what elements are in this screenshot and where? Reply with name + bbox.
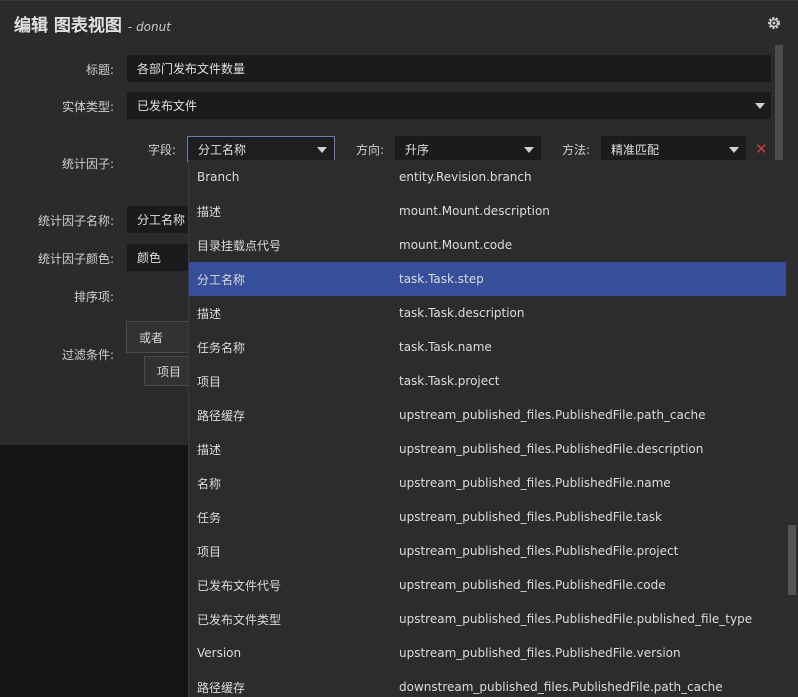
- filter-item-select[interactable]: 项目: [144, 356, 190, 386]
- option-name: Version: [197, 646, 242, 660]
- factor-label: 统计因子:: [61, 157, 114, 171]
- dropdown-option[interactable]: 目录挂载点代号 mount.Mount.code: [189, 228, 786, 262]
- option-path: task.Task.description: [399, 306, 525, 320]
- dropdown-option[interactable]: 任务 upstream_published_files.PublishedFile…: [189, 500, 786, 534]
- option-name: 目录挂载点代号: [197, 238, 282, 253]
- option-name: 已发布文件代号: [197, 578, 282, 593]
- dropdown-option[interactable]: 项目 upstream_published_files.PublishedFile…: [189, 534, 786, 568]
- option-path: entity.Revision.branch: [399, 170, 532, 184]
- dropdown-option[interactable]: 名称 upstream_published_files.PublishedFile…: [189, 466, 786, 500]
- option-path: mount.Mount.description: [399, 204, 550, 218]
- option-path: upstream_published_files.PublishedFile.n…: [399, 476, 671, 490]
- option-path: upstream_published_files.PublishedFile.p…: [399, 408, 706, 422]
- factor-color-select[interactable]: 颜色: [127, 244, 189, 271]
- option-path: upstream_published_files.PublishedFile.p…: [399, 544, 679, 558]
- panel-title: 编辑 图表视图: [14, 16, 122, 36]
- panel-header: 编辑 图表视图 - donut: [14, 11, 171, 36]
- field-select[interactable]: 分工名称: [187, 136, 335, 162]
- dropdown-scrollbar[interactable]: [786, 160, 798, 697]
- option-path: upstream_published_files.PublishedFile.t…: [399, 510, 662, 524]
- option-name: 描述: [197, 442, 222, 457]
- dropdown-option[interactable]: 已发布文件类型 upstream_published_files.Publishe…: [189, 602, 786, 636]
- factor-color-label: 统计因子颜色:: [37, 252, 114, 266]
- dropdown-option[interactable]: Version upstream_published_files.Publishe…: [189, 636, 786, 670]
- method-label: 方法:: [561, 143, 590, 157]
- option-name: 描述: [197, 306, 222, 321]
- remove-factor-icon[interactable]: ✕: [755, 140, 768, 158]
- filter-label: 过滤条件:: [61, 348, 114, 362]
- option-path: upstream_published_files.PublishedFile.p…: [399, 612, 753, 626]
- option-path: downstream_published_files.PublishedFile…: [399, 680, 723, 694]
- filter-logic-select[interactable]: 或者: [126, 321, 190, 353]
- sort-label: 排序项:: [73, 290, 114, 304]
- gear-icon[interactable]: [766, 15, 782, 31]
- chevron-down-icon: [317, 147, 327, 153]
- direction-select[interactable]: 升序: [395, 136, 541, 162]
- dropdown-option[interactable]: 分工名称 task.Task.step: [189, 262, 786, 296]
- entity-type-select[interactable]: 已发布文件: [127, 92, 771, 119]
- option-name: 任务: [197, 510, 222, 525]
- entity-type-label: 实体类型:: [61, 100, 114, 114]
- title-input[interactable]: 各部门发布文件数量: [127, 55, 771, 82]
- method-select[interactable]: 精准匹配: [601, 136, 746, 162]
- dropdown-option[interactable]: 任务名称 task.Task.name: [189, 330, 786, 364]
- factor-name-label: 统计因子名称:: [37, 214, 114, 228]
- option-path: task.Task.name: [399, 340, 492, 354]
- option-path: upstream_published_files.PublishedFile.d…: [399, 442, 704, 456]
- dropdown-option[interactable]: 已发布文件代号 upstream_published_files.Publishe…: [189, 568, 786, 602]
- option-path: task.Task.step: [399, 272, 484, 286]
- option-name: 已发布文件类型: [197, 612, 282, 627]
- dropdown-option[interactable]: 项目 task.Task.project: [189, 364, 786, 398]
- option-name: 名称: [197, 476, 222, 491]
- option-name: 任务名称: [197, 340, 246, 355]
- dropdown-option[interactable]: 描述 task.Task.description: [189, 296, 786, 330]
- field-label: 字段:: [147, 143, 176, 157]
- option-name: Branch: [197, 170, 240, 184]
- dropdown-scrollbar-thumb[interactable]: [788, 525, 796, 595]
- chevron-down-icon: [755, 103, 765, 109]
- option-name: 项目: [197, 374, 222, 389]
- chevron-down-icon: [524, 147, 534, 153]
- title-label: 标题:: [85, 63, 114, 77]
- option-name: 路径缓存: [197, 408, 246, 423]
- option-path: upstream_published_files.PublishedFile.v…: [399, 646, 681, 660]
- panel-subtitle: - donut: [127, 20, 171, 34]
- direction-label: 方向:: [355, 143, 384, 157]
- dropdown-option[interactable]: 描述 mount.Mount.description: [189, 194, 786, 228]
- dropdown-option[interactable]: Branch entity.Revision.branch: [189, 160, 786, 194]
- option-name: 路径缓存: [197, 680, 246, 695]
- option-name: 分工名称: [197, 272, 246, 287]
- option-path: mount.Mount.code: [399, 238, 513, 252]
- chevron-down-icon: [729, 147, 739, 153]
- option-path: upstream_published_files.PublishedFile.c…: [399, 578, 666, 592]
- factor-name-input[interactable]: 分工名称: [127, 206, 189, 233]
- option-name: 描述: [197, 204, 222, 219]
- dropdown-option[interactable]: 路径缓存 upstream_published_files.PublishedFi…: [189, 398, 786, 432]
- dropdown-option[interactable]: 路径缓存 downstream_published_files.Published…: [189, 670, 786, 697]
- option-path: task.Task.project: [399, 374, 500, 388]
- field-dropdown-list: Branch entity.Revision.branch 描述 mount.Moun…: [188, 160, 786, 697]
- dropdown-option[interactable]: 描述 upstream_published_files.PublishedFile…: [189, 432, 786, 466]
- option-name: 项目: [197, 544, 222, 559]
